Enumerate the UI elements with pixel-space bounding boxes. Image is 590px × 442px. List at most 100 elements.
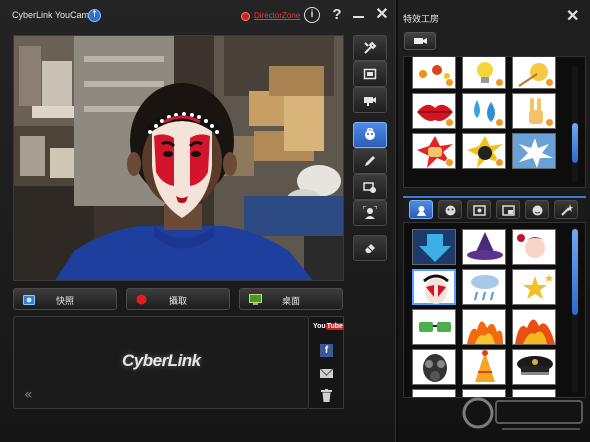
effects-grid-bottom xyxy=(403,222,586,398)
effect-thumb[interactable] xyxy=(512,133,556,169)
badge-icon xyxy=(545,78,554,87)
minimize-icon[interactable] xyxy=(351,7,367,23)
trash-icon[interactable] xyxy=(321,389,332,402)
face-icon xyxy=(532,205,543,216)
stars-icon xyxy=(523,274,553,299)
emotion-icon xyxy=(445,205,456,216)
rain-cloud-icon xyxy=(471,275,499,301)
avatar-effect-button[interactable] xyxy=(353,122,387,148)
scene-frame-icon xyxy=(502,205,515,216)
camera-settings-button[interactable] xyxy=(353,87,387,113)
emotion-tab[interactable] xyxy=(438,200,462,219)
snapshot-label: 快照 xyxy=(55,297,74,307)
camera-settings-icon xyxy=(364,97,376,106)
draw-button[interactable] xyxy=(353,148,387,174)
camera-preview[interactable] xyxy=(13,35,344,281)
fire-icon xyxy=(467,321,503,344)
help-icon[interactable]: ? xyxy=(329,7,345,23)
frame-tab[interactable] xyxy=(467,200,491,219)
effect-thumb[interactable] xyxy=(512,93,556,129)
gas-mask-icon xyxy=(423,354,447,382)
flames-icon xyxy=(515,319,555,344)
bottom-scrollbar-thumb[interactable] xyxy=(572,229,578,315)
bottom-scrollbar[interactable] xyxy=(572,227,578,393)
youcam-window: CyberLink YouCam ↑ DirectorZone i ? ✕ 快照… xyxy=(0,0,396,442)
face-tracking-button[interactable] xyxy=(353,200,387,226)
youtube-text: You xyxy=(313,323,326,330)
effect-thumb[interactable] xyxy=(512,57,556,89)
badge-icon xyxy=(495,158,504,167)
webcam-image xyxy=(14,36,343,280)
effect-thumb-selected[interactable] xyxy=(412,269,456,305)
avatar-effect-icon xyxy=(365,128,375,140)
email-icon[interactable] xyxy=(320,369,333,378)
opera-mask-icon xyxy=(423,274,449,304)
effect-thumb[interactable] xyxy=(512,269,556,305)
facebook-icon[interactable]: f xyxy=(320,344,333,357)
effect-thumb[interactable] xyxy=(512,309,556,345)
witch-hat-icon xyxy=(467,232,503,260)
effect-thumb[interactable] xyxy=(512,349,556,385)
effect-thumb[interactable] xyxy=(412,349,456,385)
info-icon[interactable]: i xyxy=(304,7,320,23)
video-camera-icon xyxy=(414,38,427,44)
top-scrollbar[interactable] xyxy=(572,65,578,183)
effect-thumb[interactable] xyxy=(462,309,506,345)
fullscreen-button[interactable] xyxy=(353,61,387,87)
media-library[interactable]: CyberLink « xyxy=(13,316,309,409)
effect-thumb[interactable] xyxy=(462,349,506,385)
cyberlink-logo: CyberLink xyxy=(122,351,201,370)
party-hat-icon xyxy=(475,350,495,382)
badge-icon xyxy=(495,78,504,87)
effect-thumb[interactable] xyxy=(462,57,506,89)
frame-icon xyxy=(473,205,486,216)
anime-girl-icon xyxy=(517,234,547,258)
desktop-capture-button[interactable]: 桌面 xyxy=(239,288,343,310)
effect-thumb[interactable] xyxy=(462,133,506,169)
app-title: CyberLink YouCam xyxy=(12,10,90,20)
effects-panel-title: 特效工房 xyxy=(403,15,440,25)
camera-tab[interactable] xyxy=(404,32,436,50)
magic-tab[interactable] xyxy=(554,200,578,219)
face-tab[interactable] xyxy=(525,200,549,219)
eraser-button[interactable] xyxy=(353,235,387,261)
avatar-tab[interactable] xyxy=(409,200,433,219)
money-glasses-icon xyxy=(419,322,451,332)
record-button[interactable]: 攝取 xyxy=(126,288,230,310)
effect-thumb[interactable] xyxy=(512,229,556,265)
face-tracking-icon xyxy=(363,206,377,219)
directorzone-icon xyxy=(241,12,250,21)
scene-button[interactable] xyxy=(353,174,387,200)
share-sidebar: YouTube f xyxy=(309,316,344,409)
record-label: 攝取 xyxy=(168,297,187,307)
badge-icon xyxy=(495,118,504,127)
effects-panel: 特效工房 ✕ xyxy=(398,0,590,442)
avatar-icon xyxy=(417,206,426,216)
eraser-icon xyxy=(365,244,375,253)
comic-burst-icon xyxy=(519,138,553,168)
effects-close-icon[interactable]: ✕ xyxy=(566,9,579,25)
effect-thumb[interactable] xyxy=(412,57,456,89)
effect-thumb[interactable] xyxy=(412,133,456,169)
watermark-logo xyxy=(462,397,583,430)
effect-thumb[interactable] xyxy=(412,389,456,397)
effect-thumb[interactable] xyxy=(462,93,506,129)
collapse-arrow-icon[interactable]: « xyxy=(24,387,33,403)
download-arrow-icon xyxy=(419,234,451,262)
youtube-tube: Tube xyxy=(325,323,344,330)
close-icon[interactable]: ✕ xyxy=(374,7,390,23)
police-cap-icon xyxy=(517,356,553,375)
directorzone-link[interactable]: DirectorZone xyxy=(254,11,300,20)
top-scrollbar-thumb[interactable] xyxy=(572,123,578,163)
magic-wand-icon xyxy=(561,204,573,216)
scene-tab[interactable] xyxy=(496,200,520,219)
update-icon[interactable]: ↑ xyxy=(88,9,101,22)
effect-thumb[interactable] xyxy=(412,229,456,265)
snapshot-button[interactable]: 快照 xyxy=(13,288,117,310)
youtube-icon[interactable]: YouTube xyxy=(313,323,344,330)
tools-button[interactable] xyxy=(353,35,387,61)
effect-thumb[interactable] xyxy=(462,229,506,265)
effect-thumb[interactable] xyxy=(462,269,506,305)
effect-thumb[interactable] xyxy=(412,93,456,129)
effect-thumb[interactable] xyxy=(412,309,456,345)
